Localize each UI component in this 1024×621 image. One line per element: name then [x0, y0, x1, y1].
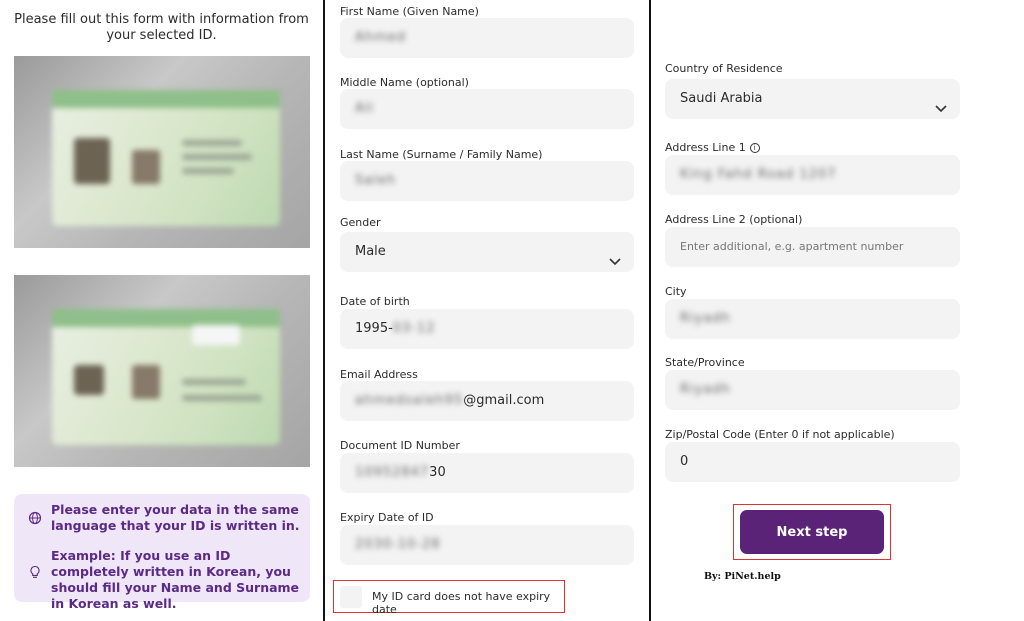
middle-name-label: Middle Name (optional)	[340, 76, 469, 89]
country-select[interactable]: Saudi Arabia	[665, 79, 960, 119]
globe-icon	[28, 510, 42, 525]
doc-id-input[interactable]: 1095284730	[340, 453, 634, 493]
id-back-photo	[14, 275, 310, 467]
dob-input[interactable]: 1995-03-12	[340, 309, 634, 349]
gender-value: Male	[355, 244, 386, 259]
address1-label: Address Line 1i	[665, 141, 760, 154]
next-step-highlight: Next step	[733, 504, 891, 560]
address1-input[interactable]: King Fahd Road 1207	[665, 155, 960, 195]
next-step-button[interactable]: Next step	[740, 510, 884, 554]
no-expiry-checkbox[interactable]	[340, 586, 362, 608]
chevron-down-icon	[934, 92, 948, 113]
address-form: Country of Residence Saudi Arabia Addres…	[650, 0, 1024, 621]
state-input[interactable]: Riyadh	[665, 370, 960, 410]
address2-label: Address Line 2 (optional)	[665, 213, 803, 226]
city-input[interactable]: Riyadh	[665, 299, 960, 339]
city-label: City	[665, 285, 687, 298]
id-preview-panel: Please fill out this form with informati…	[0, 0, 323, 621]
chevron-down-icon	[608, 245, 622, 266]
address2-input[interactable]: Enter additional, e.g. apartment number	[665, 227, 960, 267]
doc-id-label: Document ID Number	[340, 439, 460, 452]
zip-input[interactable]: 0	[665, 442, 960, 482]
personal-info-form: First Name (Given Name) Ahmed Middle Nam…	[323, 0, 650, 621]
info-icon[interactable]: i	[749, 143, 760, 153]
id-front-photo	[14, 56, 310, 248]
expiry-label: Expiry Date of ID	[340, 511, 434, 524]
no-expiry-highlight: My ID card does not have expiry date	[333, 580, 565, 616]
gender-label: Gender	[340, 216, 381, 229]
email-input[interactable]: ahmedsaleh95@gmail.com	[340, 381, 634, 421]
last-name-label: Last Name (Surname / Family Name)	[340, 148, 543, 161]
middle-name-input[interactable]: Ali	[340, 89, 634, 129]
email-label: Email Address	[340, 368, 418, 381]
notice-language-text: Please enter your data in the same langu…	[51, 502, 300, 533]
first-name-input[interactable]: Ahmed	[340, 18, 634, 58]
first-name-label: First Name (Given Name)	[340, 5, 479, 18]
gender-select[interactable]: Male	[340, 232, 634, 272]
no-expiry-label[interactable]: My ID card does not have expiry date	[372, 590, 564, 616]
lightbulb-icon	[28, 564, 42, 578]
notice-example-text: Example: If you use an ID completely wri…	[51, 548, 300, 611]
country-value: Saudi Arabia	[680, 91, 763, 106]
expiry-input[interactable]: 2030-10-28	[340, 525, 634, 565]
country-label: Country of Residence	[665, 62, 783, 75]
address2-placeholder: Enter additional, e.g. apartment number	[680, 240, 904, 253]
last-name-input[interactable]: Saleh	[340, 161, 634, 201]
zip-label: Zip/Postal Code (Enter 0 if not applicab…	[665, 428, 895, 441]
credit-text: By: PiNet.help	[704, 571, 781, 582]
dob-label: Date of birth	[340, 295, 410, 308]
language-notice: Please enter your data in the same langu…	[14, 494, 310, 611]
state-label: State/Province	[665, 356, 745, 369]
intro-text: Please fill out this form with informati…	[14, 12, 309, 43]
